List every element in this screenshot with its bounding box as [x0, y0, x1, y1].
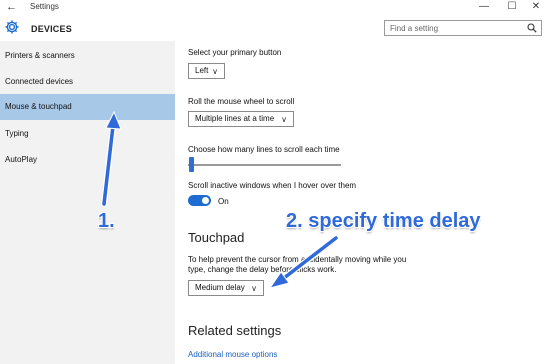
main-content: Select your primary button Left ∨ Roll t…: [175, 41, 550, 364]
gear-icon: [5, 20, 19, 34]
title-bar: ← Settings — ☐ ✕: [0, 0, 550, 15]
back-arrow-icon[interactable]: ←: [6, 1, 17, 13]
lines-to-scroll-label: Choose how many lines to scroll each tim…: [188, 145, 340, 154]
lines-slider-track[interactable]: [188, 164, 341, 166]
sidebar-item-printers-scanners[interactable]: Printers & scanners: [0, 43, 175, 69]
scroll-wheel-label: Roll the mouse wheel to scroll: [188, 97, 295, 106]
touchpad-delay-dropdown[interactable]: Medium delay ∨: [188, 280, 264, 296]
search-input[interactable]: Find a setting: [384, 20, 542, 36]
touchpad-description-line1: To help prevent the cursor from accident…: [188, 255, 407, 264]
inactive-scroll-toggle[interactable]: [188, 195, 211, 206]
section-title: DEVICES: [31, 24, 72, 34]
sidebar-item-connected-devices[interactable]: Connected devices: [0, 69, 175, 95]
sidebar-item-typing[interactable]: Typing: [0, 121, 175, 147]
search-icon[interactable]: [527, 23, 537, 33]
close-button[interactable]: ✕: [526, 1, 546, 13]
touchpad-heading: Touchpad: [188, 230, 245, 245]
window-title: Settings: [30, 2, 59, 11]
search-placeholder: Find a setting: [390, 24, 439, 33]
related-settings-heading: Related settings: [188, 323, 282, 338]
minimize-button[interactable]: —: [474, 1, 494, 13]
primary-button-value: Left: [195, 66, 209, 75]
maximize-button[interactable]: ☐: [502, 1, 522, 13]
touchpad-delay-value: Medium delay: [195, 283, 245, 292]
chevron-down-icon: ∨: [212, 67, 218, 76]
touchpad-description-line2: type, change the delay before clicks wor…: [188, 265, 337, 274]
chevron-down-icon: ∨: [251, 284, 257, 293]
primary-button-dropdown[interactable]: Left ∨: [188, 63, 225, 79]
sidebar: Printers & scanners Connected devices Mo…: [0, 41, 175, 364]
sidebar-item-autoplay[interactable]: AutoPlay: [0, 147, 175, 173]
lines-slider-thumb[interactable]: [189, 157, 194, 172]
toggle-state-label: On: [218, 197, 229, 206]
scroll-wheel-dropdown[interactable]: Multiple lines at a time ∨: [188, 111, 294, 127]
chevron-down-icon: ∨: [281, 115, 287, 124]
sidebar-item-mouse-touchpad[interactable]: Mouse & touchpad: [0, 94, 175, 120]
inactive-scroll-label: Scroll inactive windows when I hover ove…: [188, 181, 357, 190]
toggle-knob: [202, 197, 209, 204]
annotation-step-1: 1.: [98, 210, 115, 232]
primary-button-label: Select your primary button: [188, 48, 282, 57]
scroll-wheel-value: Multiple lines at a time: [195, 114, 275, 123]
annotation-step-2: 2. specify time delay: [286, 210, 481, 232]
additional-mouse-options-link[interactable]: Additional mouse options: [188, 350, 277, 359]
